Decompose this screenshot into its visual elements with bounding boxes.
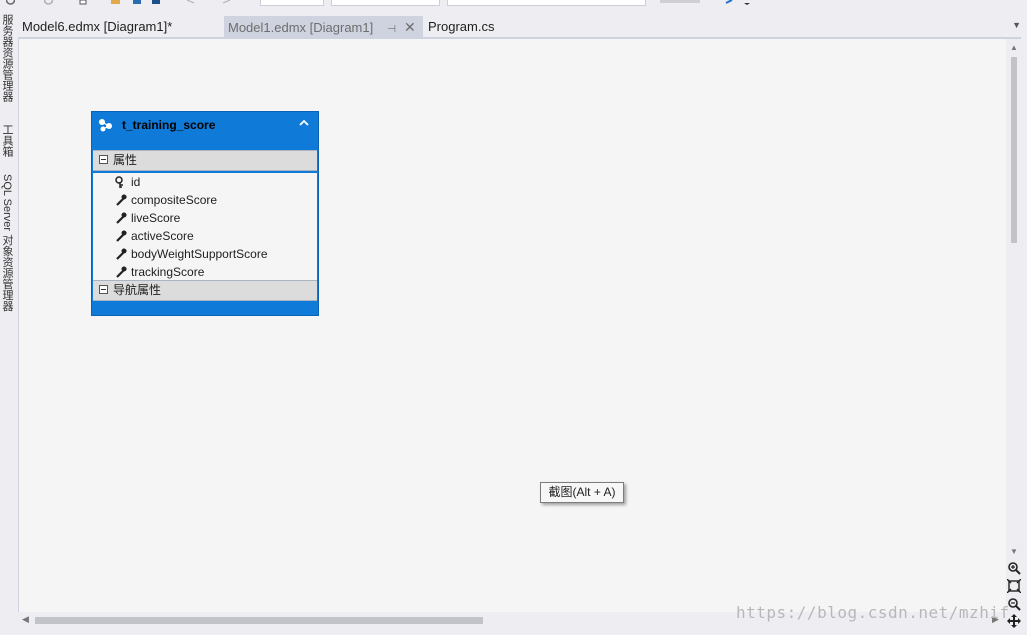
vertical-scrollbar[interactable]: ▲ ▼ (1007, 39, 1021, 612)
save-icon[interactable] (133, 0, 142, 6)
undo-icon[interactable] (186, 0, 195, 6)
collapse-chevron-up-icon[interactable] (298, 117, 310, 129)
startup-project-combo[interactable] (447, 0, 646, 6)
close-icon[interactable]: ✕ (404, 19, 416, 35)
entity-shape[interactable]: t_training_score 属性 id compositeScore li… (91, 111, 319, 316)
pin-icon[interactable]: ⊣ (387, 24, 396, 35)
entity-designer-canvas[interactable]: t_training_score 属性 id compositeScore li… (18, 39, 1006, 612)
main-toolbar (0, 0, 1027, 14)
key-icon (115, 176, 123, 188)
tab-program-cs[interactable]: Program.cs (424, 16, 524, 38)
collapse-box-icon[interactable] (99, 155, 108, 164)
properties-section-header[interactable]: 属性 (93, 150, 317, 171)
wrench-icon (116, 230, 127, 242)
tab-label: Model1.edmx [Diagram1] (228, 20, 374, 35)
vertical-scroll-thumb[interactable] (1011, 57, 1017, 243)
back-icon[interactable] (6, 0, 15, 6)
horizontal-scroll-thumb[interactable] (35, 617, 483, 624)
watermark-text: https://blog.csdn.net/mzhif (736, 603, 1010, 622)
browser-link-icon[interactable] (724, 0, 750, 6)
toolbox-tab[interactable]: 工具箱 (0, 124, 14, 157)
wrench-icon (116, 266, 127, 278)
scroll-left-icon[interactable]: ◀ (22, 614, 29, 625)
new-file-icon[interactable] (79, 0, 88, 6)
property-name: liveScore (131, 211, 181, 225)
document-tab-bar: Model6.edmx [Diagram1]* Model1.edmx [Dia… (18, 16, 1027, 38)
forward-icon[interactable] (44, 0, 53, 6)
tab-label: Model6.edmx [Diagram1]* (22, 19, 173, 34)
wrench-icon (116, 194, 127, 206)
scroll-down-icon[interactable]: ▼ (1010, 547, 1018, 556)
navigation-section-header[interactable]: 导航属性 (93, 280, 317, 301)
properties-list: id compositeScore liveScore activeScore … (93, 173, 317, 281)
tab-model6-diagram[interactable]: Model6.edmx [Diagram1]* (18, 16, 224, 38)
server-explorer-tab[interactable]: 服务器资源管理器 (0, 14, 14, 102)
tab-model1-diagram[interactable]: Model1.edmx [Diagram1] ⊣ ✕ (224, 16, 423, 38)
status-strip (0, 628, 1027, 635)
property-name: id (131, 175, 141, 189)
property-name: bodyWeightSupportScore (131, 247, 268, 261)
properties-section-label: 属性 (113, 153, 138, 167)
save-all-icon[interactable] (152, 0, 161, 6)
scroll-up-icon[interactable]: ▲ (1010, 43, 1018, 52)
zoom-to-fit-icon[interactable] (1007, 579, 1021, 593)
sql-server-explorer-tab[interactable]: SQL Server 对象资源管理器 (0, 174, 14, 311)
property-name: compositeScore (131, 193, 218, 207)
tab-label: Program.cs (428, 19, 495, 34)
start-icon[interactable] (660, 0, 700, 6)
navigation-section-label: 导航属性 (113, 283, 162, 297)
wrench-icon (116, 248, 127, 260)
property-name: activeScore (131, 229, 194, 243)
entity-name: t_training_score (122, 118, 216, 132)
side-tool-windows: 服务器资源管理器 工具箱 SQL Server 对象资源管理器 (0, 14, 14, 635)
redo-icon[interactable] (222, 0, 231, 6)
tab-overflow-chevron-down-icon[interactable]: ▼ (1012, 20, 1021, 30)
wrench-icon (116, 212, 127, 224)
solution-platform-combo[interactable] (331, 0, 440, 6)
property-name: trackingScore (131, 265, 205, 279)
open-folder-icon[interactable] (111, 0, 120, 6)
solution-config-combo[interactable] (260, 0, 324, 6)
screenshot-tooltip: 截图(Alt + A) (540, 482, 624, 503)
entity-header[interactable]: t_training_score (92, 112, 318, 150)
entity-type-icon (99, 119, 112, 132)
collapse-box-icon[interactable] (99, 285, 108, 294)
zoom-in-icon[interactable] (1007, 561, 1021, 575)
